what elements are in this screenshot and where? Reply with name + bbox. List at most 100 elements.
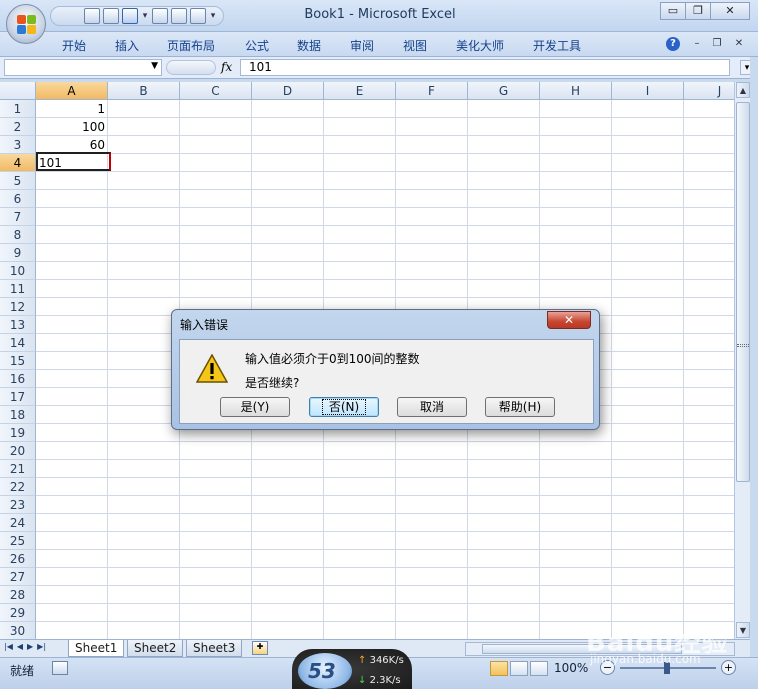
column-header-g[interactable]: G bbox=[468, 82, 540, 100]
row-header-15[interactable]: 15 bbox=[0, 352, 36, 370]
sheet-tab-sheet1[interactable]: Sheet1 bbox=[68, 640, 125, 657]
column-header-c[interactable]: C bbox=[180, 82, 252, 100]
vertical-scrollbar[interactable]: ▲ ▼ bbox=[734, 82, 750, 639]
tab-review[interactable]: 审阅 bbox=[350, 37, 374, 54]
undo-icon[interactable] bbox=[122, 8, 138, 24]
column-header-h[interactable]: H bbox=[540, 82, 612, 100]
row-header-27[interactable]: 27 bbox=[0, 568, 36, 586]
ribbon-tabs: 开始 插入 页面布局 公式 数据 审阅 视图 美化大师 开发工具 ? – ❐ ✕ bbox=[0, 32, 758, 57]
network-speed-widget[interactable]: 53 ↑ 346K/s ↓ 2.3K/s bbox=[292, 649, 412, 689]
zoom-in-icon[interactable]: + bbox=[721, 660, 736, 675]
last-sheet-icon[interactable]: ▶| bbox=[37, 642, 46, 651]
row-header-5[interactable]: 5 bbox=[0, 172, 36, 190]
row-header-8[interactable]: 8 bbox=[0, 226, 36, 244]
customize-toolbar-icon[interactable]: ▾ bbox=[209, 11, 217, 21]
row-header-19[interactable]: 19 bbox=[0, 424, 36, 442]
sort-icon[interactable] bbox=[171, 8, 187, 24]
prev-sheet-icon[interactable]: ◀ bbox=[17, 642, 23, 651]
name-box-dropdown-icon[interactable]: ▼ bbox=[151, 61, 158, 71]
calculator-icon[interactable] bbox=[152, 8, 168, 24]
column-header-j[interactable]: J bbox=[684, 82, 734, 100]
row-header-16[interactable]: 16 bbox=[0, 370, 36, 388]
row-header-11[interactable]: 11 bbox=[0, 280, 36, 298]
row-header-4[interactable]: 4 bbox=[0, 154, 36, 172]
column-header-a[interactable]: A bbox=[36, 82, 108, 100]
row-header-13[interactable]: 13 bbox=[0, 316, 36, 334]
column-header-b[interactable]: B bbox=[108, 82, 180, 100]
tab-data[interactable]: 数据 bbox=[297, 37, 321, 54]
row-header-2[interactable]: 2 bbox=[0, 118, 36, 136]
tab-formulas[interactable]: 公式 bbox=[245, 37, 269, 54]
row-header-20[interactable]: 20 bbox=[0, 442, 36, 460]
row-header-24[interactable]: 24 bbox=[0, 514, 36, 532]
row-header-26[interactable]: 26 bbox=[0, 550, 36, 568]
dialog-body: 输入值必须介于0到100间的整数 是否继续? 是(Y) 否(N) 取消 帮助(H… bbox=[179, 339, 594, 424]
split-handle[interactable] bbox=[737, 344, 749, 347]
sheet-tab-sheet3[interactable]: Sheet3 bbox=[186, 640, 243, 657]
tab-page-layout[interactable]: 页面布局 bbox=[167, 37, 215, 54]
row-header-21[interactable]: 21 bbox=[0, 460, 36, 478]
tab-home[interactable]: 开始 bbox=[62, 37, 86, 54]
tab-developer[interactable]: 开发工具 bbox=[533, 37, 581, 54]
close-button[interactable]: ✕ bbox=[710, 2, 750, 20]
tab-insert[interactable]: 插入 bbox=[115, 37, 139, 54]
row-header-3[interactable]: 3 bbox=[0, 136, 36, 154]
vertical-scroll-thumb[interactable] bbox=[736, 102, 750, 482]
formula-input[interactable]: 101 bbox=[240, 59, 730, 76]
row-header-29[interactable]: 29 bbox=[0, 604, 36, 622]
undo-dropdown-icon[interactable]: ▾ bbox=[141, 11, 149, 21]
insert-sheet-icon[interactable]: ✚ bbox=[252, 641, 268, 655]
form-icon[interactable] bbox=[190, 8, 206, 24]
row-header-28[interactable]: 28 bbox=[0, 586, 36, 604]
first-sheet-icon[interactable]: |◀ bbox=[4, 642, 13, 651]
page-break-view-icon[interactable] bbox=[530, 661, 548, 676]
help-icon[interactable]: ? bbox=[666, 37, 680, 51]
tab-beautify-master[interactable]: 美化大师 bbox=[456, 37, 504, 54]
column-header-f[interactable]: F bbox=[396, 82, 468, 100]
office-button[interactable] bbox=[6, 4, 46, 44]
row-header-22[interactable]: 22 bbox=[0, 478, 36, 496]
formula-bar-resize-handle[interactable] bbox=[166, 60, 216, 75]
zoom-level[interactable]: 100% bbox=[554, 661, 588, 675]
cell-a1[interactable]: 1 bbox=[36, 100, 108, 118]
row-header-23[interactable]: 23 bbox=[0, 496, 36, 514]
save-icon[interactable] bbox=[84, 8, 100, 24]
scroll-up-icon[interactable]: ▲ bbox=[736, 82, 750, 98]
workbook-close-button[interactable]: ✕ bbox=[732, 37, 746, 51]
restore-button[interactable]: ❐ bbox=[685, 2, 711, 20]
row-header-9[interactable]: 9 bbox=[0, 244, 36, 262]
name-box[interactable]: ▼ bbox=[4, 59, 162, 76]
insert-function-button[interactable]: fx bbox=[221, 60, 232, 74]
help-button[interactable]: 帮助(H) bbox=[485, 397, 555, 417]
workbook-restore-button[interactable]: ❐ bbox=[710, 37, 724, 51]
select-all-corner[interactable] bbox=[0, 82, 36, 100]
column-header-d[interactable]: D bbox=[252, 82, 324, 100]
column-header-i[interactable]: I bbox=[612, 82, 684, 100]
cell-a2[interactable]: 100 bbox=[36, 118, 108, 136]
tab-view[interactable]: 视图 bbox=[403, 37, 427, 54]
yes-button[interactable]: 是(Y) bbox=[220, 397, 290, 417]
next-sheet-icon[interactable]: ▶ bbox=[27, 642, 33, 651]
row-header-18[interactable]: 18 bbox=[0, 406, 36, 424]
normal-view-icon[interactable] bbox=[490, 661, 508, 676]
dialog-close-button[interactable]: ✕ bbox=[547, 311, 591, 329]
workbook-minimize-button[interactable]: – bbox=[690, 37, 704, 51]
cancel-button[interactable]: 取消 bbox=[397, 397, 467, 417]
camera-icon[interactable] bbox=[103, 8, 119, 24]
scroll-down-icon[interactable]: ▼ bbox=[736, 622, 750, 638]
row-header-12[interactable]: 12 bbox=[0, 298, 36, 316]
row-header-17[interactable]: 17 bbox=[0, 388, 36, 406]
row-header-7[interactable]: 7 bbox=[0, 208, 36, 226]
row-header-6[interactable]: 6 bbox=[0, 190, 36, 208]
column-header-e[interactable]: E bbox=[324, 82, 396, 100]
row-header-1[interactable]: 1 bbox=[0, 100, 36, 118]
macro-record-icon[interactable] bbox=[52, 661, 68, 675]
page-layout-view-icon[interactable] bbox=[510, 661, 528, 676]
no-button[interactable]: 否(N) bbox=[309, 397, 379, 417]
row-header-25[interactable]: 25 bbox=[0, 532, 36, 550]
sheet-tab-sheet2[interactable]: Sheet2 bbox=[127, 640, 184, 657]
minimize-button[interactable]: ▭ bbox=[660, 2, 686, 20]
row-header-14[interactable]: 14 bbox=[0, 334, 36, 352]
row-header-30[interactable]: 30 bbox=[0, 622, 36, 639]
row-header-10[interactable]: 10 bbox=[0, 262, 36, 280]
